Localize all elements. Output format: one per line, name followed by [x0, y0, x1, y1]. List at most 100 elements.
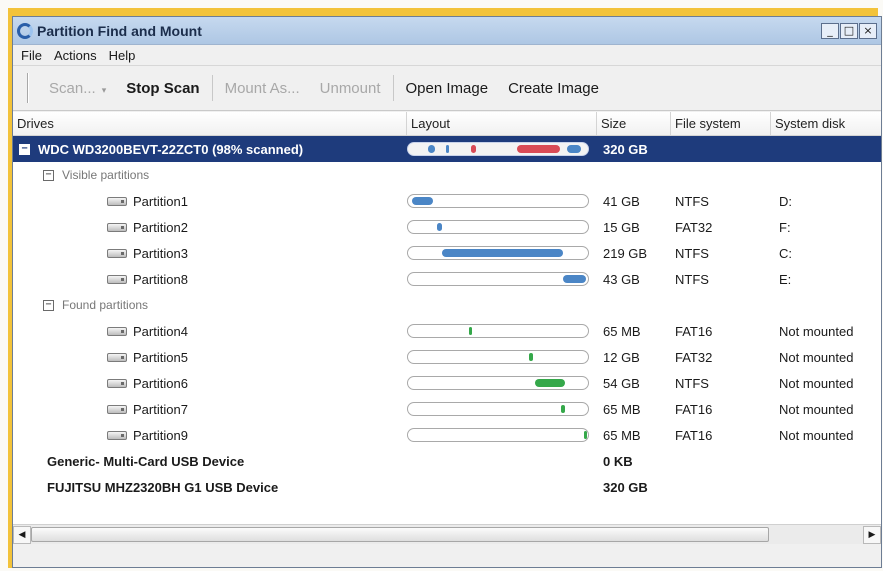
- drive-name: WDC WD3200BEVT-22ZCT0 (98% scanned): [38, 141, 304, 157]
- partition-row[interactable]: Partition8 43 GB NTFS E:: [13, 266, 881, 292]
- layout-bar: [407, 324, 589, 338]
- layout-segment: [436, 223, 443, 231]
- file-system-cell: FAT16: [675, 401, 713, 417]
- scroll-right-arrow-icon[interactable]: ▶: [863, 525, 881, 544]
- title-bar[interactable]: Partition Find and Mount _ □ ×: [13, 17, 881, 45]
- partition-name: Partition6: [133, 375, 188, 391]
- drive-row[interactable]: − WDC WD3200BEVT-22ZCT0 (98% scanned) 320 …: [13, 136, 881, 162]
- group-row[interactable]: − Visible partitions: [13, 162, 881, 188]
- menu-actions[interactable]: Actions: [48, 48, 103, 63]
- close-button[interactable]: ×: [859, 22, 877, 39]
- partition-row[interactable]: Partition9 65 MB FAT16 Not mounted: [13, 422, 881, 448]
- partition-app-icon: [17, 22, 33, 39]
- create-image-button[interactable]: Create Image: [498, 80, 609, 97]
- drives-cell: Partition8: [13, 272, 407, 287]
- hard-disk-icon: [107, 196, 127, 206]
- system-disk-cell: Not mounted: [779, 349, 854, 365]
- layout-cell: [407, 194, 597, 208]
- column-header-system-disk[interactable]: System disk: [771, 112, 881, 135]
- drives-cell: Partition9: [13, 428, 407, 443]
- hard-disk-icon: [107, 326, 127, 336]
- layout-segment: [534, 379, 565, 387]
- collapse-toggle-icon[interactable]: −: [43, 299, 54, 311]
- drive-row[interactable]: FUJITSU MHZ2320BH G1 USB Device 320 GB: [13, 474, 881, 500]
- maximize-button[interactable]: □: [840, 22, 858, 39]
- partition-row[interactable]: Partition3 219 GB NTFS C:: [13, 240, 881, 266]
- scroll-thumb[interactable]: [31, 526, 769, 542]
- layout-cell: [407, 272, 597, 286]
- file-system-cell: NTFS: [675, 375, 709, 391]
- group-row[interactable]: − Found partitions: [13, 292, 881, 318]
- layout-segment: [583, 431, 588, 439]
- system-disk-cell: Not mounted: [779, 401, 854, 417]
- system-disk-cell: Not mounted: [779, 375, 854, 391]
- layout-segment: [566, 145, 581, 153]
- drive-row[interactable]: Generic- Multi-Card USB Device 0 KB: [13, 448, 881, 474]
- layout-cell: [407, 402, 597, 416]
- scroll-track[interactable]: [31, 526, 863, 544]
- system-disk-cell: C:: [779, 245, 792, 261]
- partition-name: Partition3: [133, 245, 188, 261]
- horizontal-scrollbar[interactable]: ◀ ▶: [13, 524, 881, 544]
- drives-cell: − Found partitions: [13, 298, 407, 312]
- column-header-size[interactable]: Size: [597, 112, 671, 135]
- grid-header: Drives Layout Size File system System di…: [13, 112, 881, 136]
- drives-cell: Partition6: [13, 376, 407, 391]
- drives-cell: Generic- Multi-Card USB Device: [13, 454, 407, 469]
- unmount-button[interactable]: Unmount: [310, 80, 391, 97]
- menu-file[interactable]: File: [15, 48, 48, 63]
- stop-scan-button[interactable]: Stop Scan: [116, 80, 209, 97]
- partition-name: Partition4: [133, 323, 188, 339]
- partition-name: Partition1: [133, 193, 188, 209]
- drives-cell: Partition7: [13, 402, 407, 417]
- minimize-button[interactable]: _: [821, 22, 839, 39]
- column-header-file-system[interactable]: File system: [671, 112, 771, 135]
- file-system-cell: FAT16: [675, 323, 713, 339]
- drives-cell: Partition2: [13, 220, 407, 235]
- hard-disk-icon: [107, 222, 127, 232]
- layout-segment: [411, 197, 434, 205]
- column-header-layout[interactable]: Layout: [407, 112, 597, 135]
- file-system-cell: NTFS: [675, 271, 709, 287]
- scroll-left-arrow-icon[interactable]: ◀: [13, 525, 31, 544]
- mount-as-button[interactable]: Mount As...: [215, 80, 310, 97]
- file-system-cell: FAT32: [675, 349, 713, 365]
- layout-segment: [445, 145, 450, 153]
- partition-row[interactable]: Partition4 65 MB FAT16 Not mounted: [13, 318, 881, 344]
- layout-cell: [407, 350, 597, 364]
- menu-help[interactable]: Help: [103, 48, 142, 63]
- scan-button[interactable]: Scan... ▾: [39, 80, 116, 97]
- size-cell: 320 GB: [603, 141, 648, 157]
- collapse-toggle-icon[interactable]: −: [19, 143, 30, 155]
- system-disk-cell: Not mounted: [779, 427, 854, 443]
- layout-cell: [407, 428, 597, 442]
- layout-segment: [470, 145, 476, 153]
- size-cell: 15 GB: [603, 219, 640, 235]
- layout-bar: [407, 194, 589, 208]
- column-header-drives[interactable]: Drives: [13, 112, 407, 135]
- partition-row[interactable]: Partition7 65 MB FAT16 Not mounted: [13, 396, 881, 422]
- partition-row[interactable]: Partition2 15 GB FAT32 F:: [13, 214, 881, 240]
- layout-bar: [407, 142, 589, 156]
- hard-disk-icon: [107, 352, 127, 362]
- collapse-toggle-icon[interactable]: −: [43, 169, 54, 181]
- layout-segment: [561, 405, 565, 413]
- partition-row[interactable]: Partition5 12 GB FAT32 Not mounted: [13, 344, 881, 370]
- drives-cell: Partition5: [13, 350, 407, 365]
- layout-cell: [407, 376, 597, 390]
- layout-bar: [407, 402, 589, 416]
- partition-row[interactable]: Partition1 41 GB NTFS D:: [13, 188, 881, 214]
- menu-bar: File Actions Help: [13, 45, 881, 65]
- open-image-button[interactable]: Open Image: [396, 80, 499, 97]
- grid-body: − WDC WD3200BEVT-22ZCT0 (98% scanned) 320 …: [13, 136, 881, 500]
- drives-cell: Partition1: [13, 194, 407, 209]
- file-system-cell: FAT16: [675, 427, 713, 443]
- hard-disk-icon: [107, 430, 127, 440]
- drive-name: Generic- Multi-Card USB Device: [47, 453, 245, 469]
- size-cell: 219 GB: [603, 245, 648, 261]
- toolbar-grip[interactable]: [27, 73, 29, 103]
- partition-row[interactable]: Partition6 54 GB NTFS Not mounted: [13, 370, 881, 396]
- window-title: Partition Find and Mount: [37, 22, 202, 39]
- window-controls: _ □ ×: [821, 22, 877, 39]
- drives-grid: Drives Layout Size File system System di…: [13, 112, 881, 544]
